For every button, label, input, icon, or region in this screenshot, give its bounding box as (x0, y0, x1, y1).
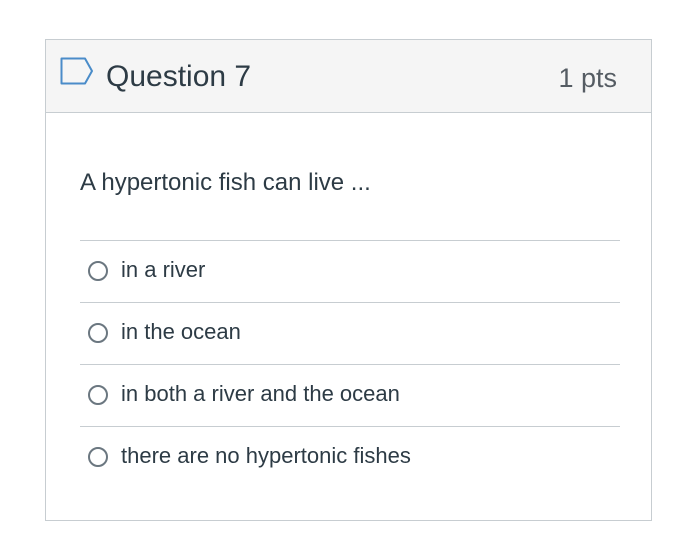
question-header: Question 7 1 pts (46, 40, 651, 113)
question-title: Question 7 (106, 60, 252, 93)
radio-button[interactable] (88, 385, 108, 405)
radio-button[interactable] (88, 447, 108, 467)
question-body: A hypertonic fish can live ... in a rive… (80, 113, 620, 488)
question-points: 1 pts (558, 63, 617, 93)
answer-option-river[interactable]: in a river (80, 241, 620, 303)
radio-button[interactable] (88, 261, 108, 281)
radio-button[interactable] (88, 323, 108, 343)
answer-label[interactable]: in the ocean (121, 317, 241, 347)
answer-option-both[interactable]: in both a river and the ocean (80, 365, 620, 427)
quiz-page: Question 7 1 pts A hypertonic fish can l… (0, 0, 700, 550)
flag-question-icon[interactable] (60, 57, 94, 85)
answer-option-ocean[interactable]: in the ocean (80, 303, 620, 365)
answer-label[interactable]: in a river (121, 255, 205, 285)
answer-label[interactable]: in both a river and the ocean (121, 379, 400, 409)
question-text: A hypertonic fish can live ... (80, 169, 371, 196)
answer-list: in a river in the ocean in both a river … (80, 240, 620, 488)
answer-label[interactable]: there are no hypertonic fishes (121, 441, 411, 471)
answer-option-none[interactable]: there are no hypertonic fishes (80, 427, 620, 488)
question-card: Question 7 1 pts A hypertonic fish can l… (45, 39, 652, 521)
